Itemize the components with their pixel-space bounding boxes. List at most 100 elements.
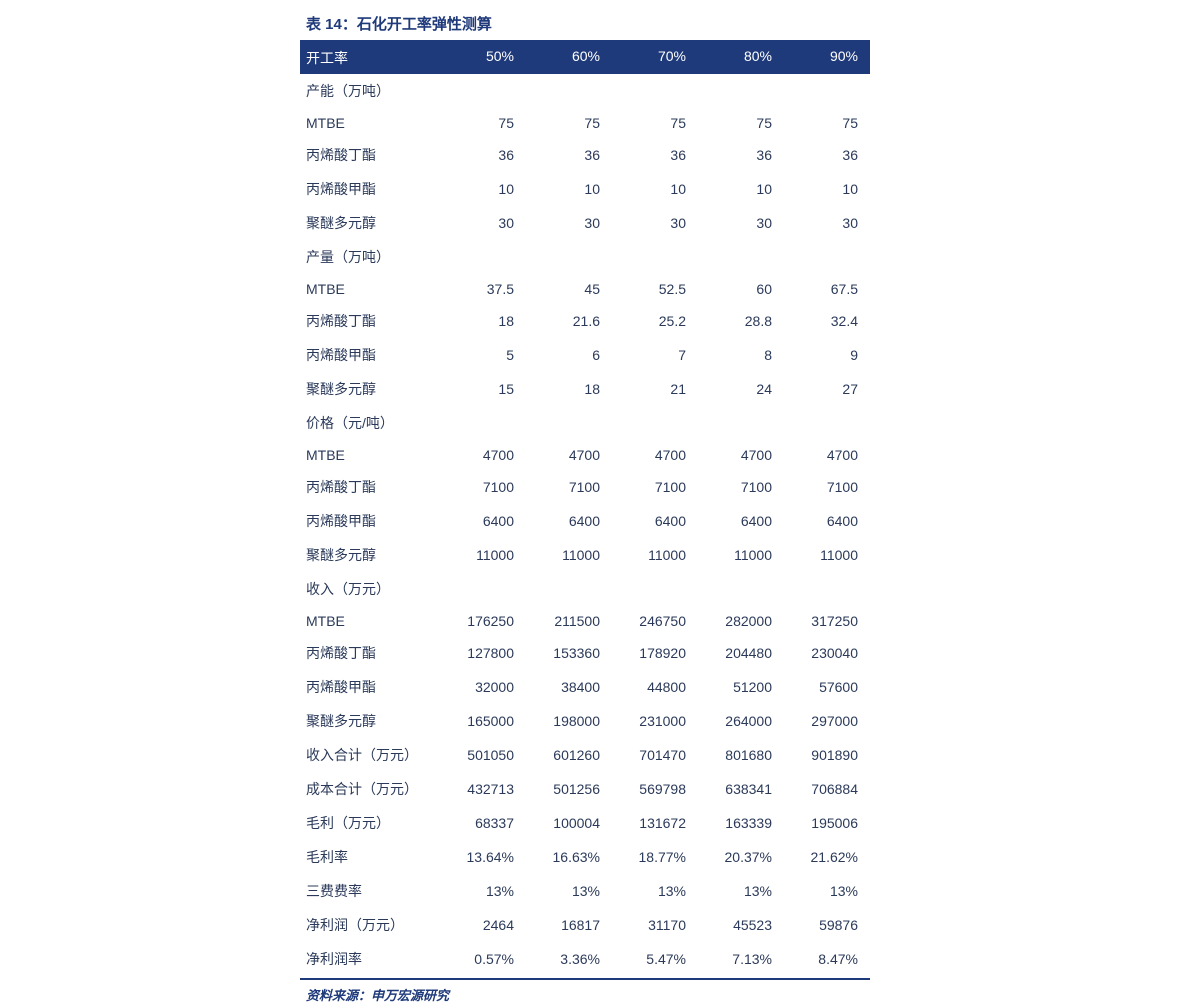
row-value: 75 (440, 108, 526, 138)
row-value: 231000 (612, 706, 698, 736)
row-value: 7100 (526, 472, 612, 502)
row-value: 6400 (612, 506, 698, 536)
row-value: 4700 (612, 440, 698, 470)
header-col-3: 80% (698, 42, 784, 74)
row-value: 13.64% (440, 842, 526, 872)
row-value: 432713 (440, 774, 526, 804)
row-value: 13% (612, 876, 698, 906)
row-value: 27 (784, 374, 870, 404)
row-value (698, 582, 784, 596)
row-value: 5 (440, 340, 526, 370)
row-value: 638341 (698, 774, 784, 804)
row-value: 21.62% (784, 842, 870, 872)
row-value: 0.57% (440, 944, 526, 974)
row-label: 价格（元/吨） (300, 406, 440, 440)
row-value: 30 (440, 208, 526, 238)
row-value: 7 (612, 340, 698, 370)
table-row: MTBE47004700470047004700 (300, 440, 870, 470)
row-value: 44800 (612, 672, 698, 702)
row-value: 4700 (526, 440, 612, 470)
table-row: 丙烯酸甲酯56789 (300, 338, 870, 372)
row-value: 36 (698, 140, 784, 170)
row-value: 13% (698, 876, 784, 906)
row-value: 67.5 (784, 274, 870, 304)
row-label: 毛利（万元） (300, 806, 440, 840)
row-value: 9 (784, 340, 870, 370)
row-value: 198000 (526, 706, 612, 736)
header-col-4: 90% (784, 42, 870, 74)
row-value: 6 (526, 340, 612, 370)
row-value: 75 (784, 108, 870, 138)
row-value (440, 582, 526, 596)
row-label: 成本合计（万元） (300, 772, 440, 806)
row-label: 收入合计（万元） (300, 738, 440, 772)
row-value: 31170 (612, 910, 698, 940)
row-value: 28.8 (698, 306, 784, 336)
row-value: 4700 (440, 440, 526, 470)
row-label: MTBE (300, 274, 440, 304)
row-value: 901890 (784, 740, 870, 770)
row-value (784, 582, 870, 596)
row-value: 51200 (698, 672, 784, 702)
row-value (526, 416, 612, 430)
row-value: 60 (698, 274, 784, 304)
row-value (612, 250, 698, 264)
row-value: 7100 (612, 472, 698, 502)
header-col-0: 50% (440, 42, 526, 74)
row-value: 24 (698, 374, 784, 404)
table-row: 聚醚多元醇1100011000110001100011000 (300, 538, 870, 572)
row-value: 6400 (526, 506, 612, 536)
table-header-row: 开工率 50% 60% 70% 80% 90% (300, 42, 870, 74)
row-value: 8.47% (784, 944, 870, 974)
row-value: 30 (526, 208, 612, 238)
table-row: MTBE37.54552.56067.5 (300, 274, 870, 304)
header-col-1: 60% (526, 42, 612, 74)
row-label: 丙烯酸丁酯 (300, 304, 440, 338)
row-value (698, 84, 784, 98)
row-value (784, 250, 870, 264)
row-value (612, 582, 698, 596)
row-value: 601260 (526, 740, 612, 770)
row-value: 264000 (698, 706, 784, 736)
row-value: 32.4 (784, 306, 870, 336)
table-row: 产能（万吨） (300, 74, 870, 108)
row-label: 三费费率 (300, 874, 440, 908)
row-value: 18 (440, 306, 526, 336)
table-row: 产量（万吨） (300, 240, 870, 274)
table-row: 毛利（万元）68337100004131672163339195006 (300, 806, 870, 840)
row-value: 10 (784, 174, 870, 204)
row-value: 36 (612, 140, 698, 170)
table-row: 成本合计（万元）432713501256569798638341706884 (300, 772, 870, 806)
row-value: 11000 (440, 540, 526, 570)
row-value (440, 250, 526, 264)
row-value: 204480 (698, 638, 784, 668)
header-col-2: 70% (612, 42, 698, 74)
row-value (440, 84, 526, 98)
row-value: 163339 (698, 808, 784, 838)
row-value: 501256 (526, 774, 612, 804)
row-label: 丙烯酸甲酯 (300, 172, 440, 206)
table-row: 三费费率13%13%13%13%13% (300, 874, 870, 908)
row-label: MTBE (300, 606, 440, 636)
row-label: 聚醚多元醇 (300, 206, 440, 240)
row-value: 30 (612, 208, 698, 238)
row-value (526, 84, 612, 98)
table-row: 聚醚多元醇165000198000231000264000297000 (300, 704, 870, 738)
row-value: 36 (784, 140, 870, 170)
row-label: 丙烯酸甲酯 (300, 338, 440, 372)
row-value (784, 84, 870, 98)
row-value: 178920 (612, 638, 698, 668)
table-row: 价格（元/吨） (300, 406, 870, 440)
row-label: 聚醚多元醇 (300, 704, 440, 738)
row-label: MTBE (300, 440, 440, 470)
row-value: 13% (784, 876, 870, 906)
row-value: 16.63% (526, 842, 612, 872)
row-value: 6400 (698, 506, 784, 536)
row-value: 127800 (440, 638, 526, 668)
row-value: 36 (526, 140, 612, 170)
row-value: 4700 (784, 440, 870, 470)
row-value: 13% (440, 876, 526, 906)
row-value: 45 (526, 274, 612, 304)
row-label: 收入（万元） (300, 572, 440, 606)
table-row: MTBE176250211500246750282000317250 (300, 606, 870, 636)
